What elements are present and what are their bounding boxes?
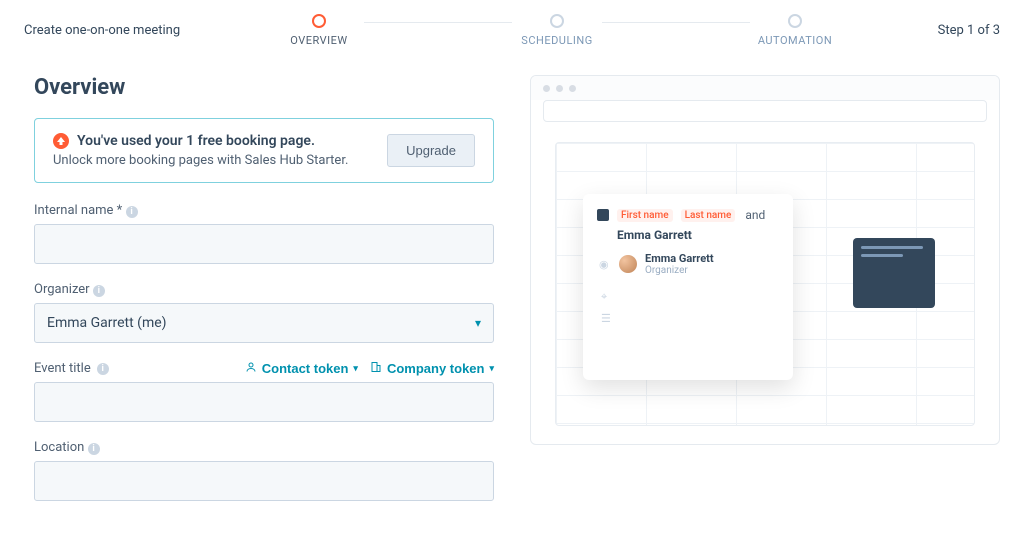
organizer-select[interactable]: Emma Garrett (me) ▾ [34,303,494,343]
preview-frame: First name Last name and Emma Garrett ◉ … [530,75,1000,445]
field-organizer: Organizer i Emma Garrett (me) ▾ [34,282,494,343]
event-title-input[interactable] [34,382,494,422]
location-input[interactable] [34,461,494,501]
callout-subtitle: Unlock more booking pages with Sales Hub… [53,153,369,168]
organizer-name: Emma Garrett [645,252,714,265]
preview-titlebar [531,76,999,100]
step-label: AUTOMATION [758,34,832,47]
avatar [619,255,637,273]
step-indicator: Step 1 of 3 [900,23,1000,38]
color-swatch-icon [597,209,609,221]
preview-urlbar [543,100,987,122]
step-overview[interactable]: OVERVIEW [274,14,364,47]
building-icon [370,361,382,376]
field-internal-name: Internal name * i [34,203,494,264]
step-automation[interactable]: AUTOMATION [750,14,840,47]
info-icon[interactable]: i [93,285,105,297]
token-chip-first-name: First name [617,209,673,222]
info-icon[interactable]: i [126,206,138,218]
step-circle [550,14,564,28]
organizer-label: Organizer [34,282,90,297]
step-connector [364,22,512,23]
company-token-label: Company token [387,361,485,376]
person-icon [245,361,257,376]
form-column: Overview You've used your 1 free booking… [34,75,494,519]
callout-title: You've used your 1 free booking page. [77,133,315,149]
calendar-event-block [853,238,935,308]
step-connector [602,22,750,23]
step-label: SCHEDULING [521,34,592,47]
step-label: OVERVIEW [290,34,347,47]
literal-and: and [745,208,765,222]
meeting-card: First name Last name and Emma Garrett ◉ … [583,194,793,380]
location-label: Location [34,440,84,455]
contact-token-label: Contact token [262,361,349,376]
description-icon: ☰ [601,312,611,322]
chevron-down-icon: ▾ [489,363,494,374]
company-token-button[interactable]: Company token ▾ [370,361,494,376]
wizard-title: Create one-on-one meeting [24,23,214,38]
wizard-header: Create one-on-one meeting OVERVIEW SCHED… [0,0,1024,75]
internal-name-input[interactable] [34,224,494,264]
upgrade-button[interactable]: Upgrade [387,134,475,167]
step-circle [788,14,802,28]
field-location: Location i [34,440,494,501]
upgrade-callout: You've used your 1 free booking page. Un… [34,118,494,183]
people-icon: ◉ [599,258,611,271]
location-pin-icon: ⌖ [601,290,611,300]
upgrade-icon [53,133,69,149]
info-icon[interactable]: i [97,363,109,375]
organizer-value: Emma Garrett (me) [47,315,167,331]
info-icon[interactable]: i [88,443,100,455]
preview-column: First name Last name and Emma Garrett ◉ … [530,75,1000,519]
contact-token-button[interactable]: Contact token ▾ [245,361,358,376]
window-dot-icon [569,85,576,92]
meeting-subject-name: Emma Garrett [617,228,779,242]
step-scheduling[interactable]: SCHEDULING [512,14,602,47]
event-title-label: Event title [34,361,91,376]
preview-body: First name Last name and Emma Garrett ◉ … [531,134,999,444]
page-heading: Overview [34,75,494,100]
field-event-title: Event title i Contact token ▾ [34,361,494,422]
organizer-role: Organizer [645,265,714,276]
token-chip-last-name: Last name [681,209,736,222]
window-dot-icon [543,85,550,92]
event-line-icon [861,246,923,249]
internal-name-label: Internal name * [34,203,122,218]
chevron-down-icon: ▾ [353,363,358,374]
event-line-icon [861,254,903,257]
wizard-steps: OVERVIEW SCHEDULING AUTOMATION [214,14,900,47]
chevron-down-icon: ▾ [475,316,481,330]
step-circle [312,14,326,28]
window-dot-icon [556,85,563,92]
